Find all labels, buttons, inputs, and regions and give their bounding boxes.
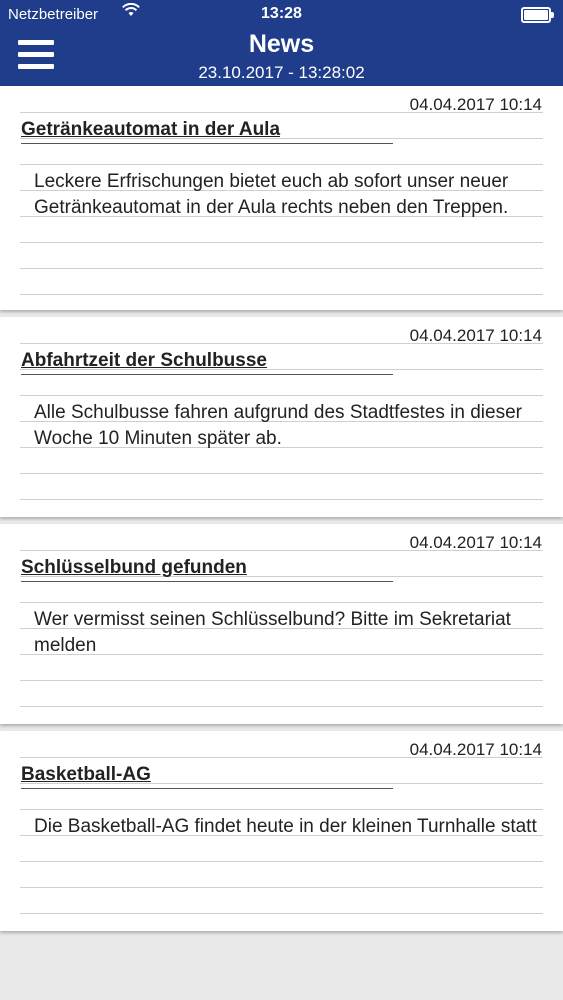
news-body: Wer vermisst seinen Schlüsselbund? Bitte… (34, 609, 511, 656)
news-card[interactable]: 04.04.2017 10:14 Getränkeautomat in der … (0, 86, 563, 310)
news-title: Basketball-AG (21, 764, 151, 785)
news-title: Abfahrtzeit der Schulbusse (21, 350, 267, 371)
battery-icon (521, 7, 554, 23)
news-date: 04.04.2017 10:14 (409, 740, 542, 759)
news-date: 04.04.2017 10:14 (409, 326, 542, 345)
news-card[interactable]: 04.04.2017 10:14 Basketball-AG Die Baske… (0, 731, 563, 931)
news-title: Schlüsselbund gefunden (21, 557, 247, 578)
news-body: Die Basketball-AG findet heute in der kl… (34, 816, 537, 837)
news-date: 04.04.2017 10:14 (409, 95, 542, 114)
news-feed[interactable]: 04.04.2017 10:14 Getränkeautomat in der … (0, 86, 563, 931)
status-time: 13:28 (261, 5, 302, 22)
news-title: Getränkeautomat in der Aula (21, 119, 281, 140)
news-date: 04.04.2017 10:14 (409, 533, 542, 552)
news-card[interactable]: 04.04.2017 10:14 Abfahrtzeit der Schulbu… (0, 317, 563, 517)
status-bar: Netzbetreiber 13:28 (0, 0, 563, 30)
navigation-bar: Netzbetreiber 13:28 News 23.10.2017 - 13… (0, 0, 563, 86)
news-body: Leckere Erfrischungen bietet euch ab sof… (34, 171, 509, 218)
page-subtitle-timestamp: 23.10.2017 - 13:28:02 (198, 63, 365, 82)
page-title: News (248, 30, 315, 58)
news-body: Alle Schulbusse fahren aufgrund des Stad… (34, 402, 522, 449)
news-card[interactable]: 04.04.2017 10:14 Schlüsselbund gefunden … (0, 524, 563, 724)
